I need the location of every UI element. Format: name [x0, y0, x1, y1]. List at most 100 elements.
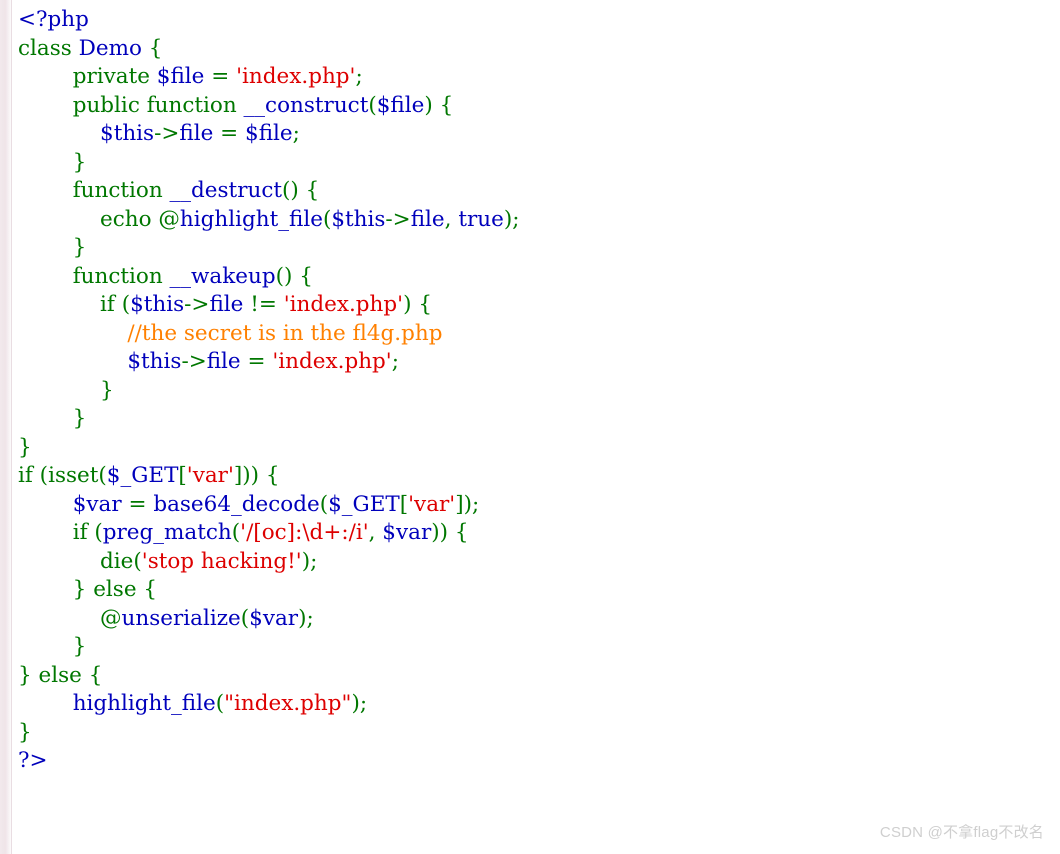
code-token-keyword: [18, 520, 73, 545]
code-token-keyword: [18, 492, 73, 517]
code-token-keyword: (: [215, 691, 225, 716]
code-token-keyword: {: [143, 577, 158, 602]
code-token-keyword: [18, 121, 100, 146]
code-token-keyword: );: [351, 691, 368, 716]
code-token-keyword: }: [18, 406, 87, 431]
code-token-keyword: if: [72, 520, 95, 545]
code-token-keyword: ->: [184, 292, 210, 317]
code-token-keyword: ->: [154, 121, 180, 146]
code-token-keyword: [18, 292, 100, 317]
code-token-var: $this: [130, 292, 185, 317]
code-token-var: $_GET: [328, 491, 400, 517]
code-line: function __destruct() {: [18, 177, 1048, 206]
code-line: }: [18, 719, 1048, 748]
code-line: class Demo {: [18, 35, 1048, 64]
code-line: echo @highlight_file($this->file, true);: [18, 206, 1048, 235]
code-token-keyword: (: [240, 605, 250, 631]
code-token-var: $_GET: [106, 463, 179, 488]
code-token-var: $this: [127, 349, 182, 374]
code-token-keyword: ) {: [403, 292, 432, 317]
code-line: die('stop hacking!');: [18, 548, 1048, 577]
code-token-keyword: function: [72, 178, 170, 203]
code-token-keyword: ) {: [424, 92, 454, 118]
code-token-var: file: [410, 206, 445, 232]
code-token-keyword: {: [148, 35, 163, 61]
code-token-var: true: [458, 206, 504, 232]
code-token-keyword: else: [38, 662, 89, 688]
code-token-keyword: =: [128, 491, 154, 517]
code-token-keyword: [18, 349, 127, 374]
code-token-var: $this: [100, 121, 155, 146]
code-token-var: highlight_file: [179, 206, 323, 232]
page-left-edge-line: [11, 0, 12, 854]
code-token-keyword: =: [211, 64, 237, 89]
code-token-keyword: }: [18, 719, 32, 745]
code-token-keyword: =: [220, 121, 246, 146]
code-token-keyword: }: [18, 434, 32, 460]
code-line: $var = base64_decode($_GET['var']);: [18, 491, 1048, 520]
code-token-keyword: () {: [282, 178, 320, 203]
code-token-keyword: (: [121, 292, 131, 317]
code-token-keyword: [18, 64, 73, 89]
code-token-keyword: }: [18, 149, 87, 175]
code-token-keyword: {: [88, 662, 103, 688]
code-token-string: '/[oc]:\d+:/i': [240, 520, 369, 545]
code-token-keyword: public function: [72, 92, 244, 118]
code-token-default: <?php: [18, 7, 89, 32]
code-line: private $file = 'index.php';: [18, 63, 1048, 92]
code-line: }: [18, 149, 1048, 178]
code-token-keyword: }: [18, 577, 94, 602]
code-line: function __wakeup() {: [18, 263, 1048, 292]
code-token-keyword: class: [18, 35, 79, 61]
code-line: }: [18, 377, 1048, 406]
code-token-string: 'var': [186, 463, 234, 488]
code-token-default: Demo: [78, 35, 149, 61]
code-token-keyword: (: [98, 463, 107, 488]
code-token-keyword: () {: [275, 263, 313, 289]
code-line: }: [18, 434, 1048, 463]
code-token-string: 'stop hacking!': [141, 548, 302, 574]
code-token-var: $file: [156, 64, 212, 89]
code-token-keyword: ->: [181, 349, 207, 374]
code-token-keyword: [18, 321, 127, 346]
code-token-keyword: function: [72, 263, 170, 289]
code-token-keyword: );: [298, 605, 314, 631]
code-token-keyword: =: [247, 349, 273, 374]
code-token-var: __wakeup: [169, 263, 276, 289]
code-token-keyword: (: [231, 520, 241, 545]
code-line: if (isset($_GET['var'])) {: [18, 462, 1048, 491]
code-line: $this->file = 'index.php';: [18, 348, 1048, 377]
code-token-keyword: else: [93, 577, 144, 602]
code-token-keyword: ,: [368, 520, 383, 545]
php-code-listing: <?php class Demo { private $file = 'index…: [18, 6, 1048, 776]
code-token-string: 'var': [408, 491, 456, 517]
code-token-var: $this: [331, 206, 386, 232]
code-token-var: preg_match: [102, 520, 232, 545]
code-token-var: $var: [249, 605, 299, 631]
code-token-string: 'index.php': [236, 64, 356, 89]
code-token-keyword: (: [94, 520, 103, 545]
code-line: }: [18, 405, 1048, 434]
code-token-var: unserialize: [121, 605, 241, 631]
code-token-keyword: isset: [48, 463, 99, 488]
csdn-watermark: CSDN @不拿flag不改名: [879, 824, 1044, 841]
code-token-string: 'index.php': [283, 292, 404, 317]
code-token-keyword: (: [319, 491, 329, 517]
code-line: //the secret is in the fl4g.php: [18, 320, 1048, 349]
code-token-var: base64_decode: [153, 491, 320, 517]
code-token-var: __destruct: [169, 178, 282, 203]
code-token-keyword: [: [399, 491, 409, 517]
code-line: highlight_file("index.php");: [18, 690, 1048, 719]
code-token-keyword: echo: [100, 206, 159, 232]
code-line: }: [18, 234, 1048, 263]
code-token-keyword: !=: [250, 292, 284, 317]
code-token-keyword: [: [178, 463, 187, 488]
code-token-var: file: [179, 121, 221, 146]
code-token-keyword: @: [100, 605, 122, 631]
code-token-keyword: die: [100, 548, 134, 574]
code-line: } else {: [18, 662, 1048, 691]
code-token-keyword: (: [39, 463, 49, 488]
code-token-keyword: [18, 264, 73, 289]
code-line: $this->file = $file;: [18, 120, 1048, 149]
code-token-var: highlight_file: [72, 691, 216, 716]
